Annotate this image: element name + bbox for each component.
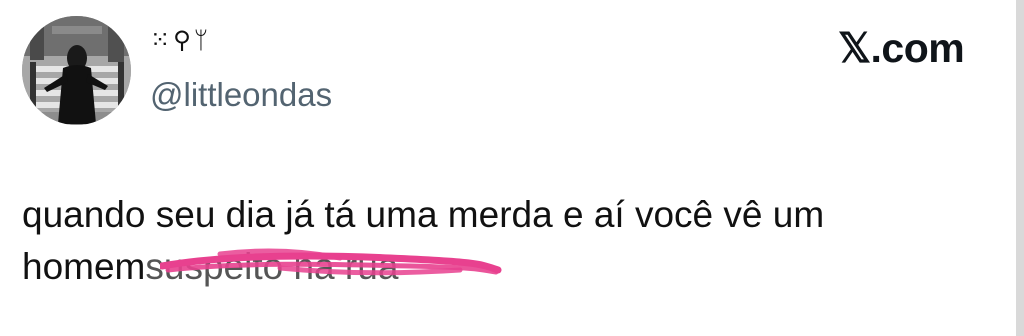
tweet-text-word: homem	[22, 246, 146, 287]
right-edge-divider	[1016, 0, 1024, 336]
display-name[interactable]: ⁙⚲ᛘ	[150, 28, 211, 52]
user-handle[interactable]: @littleondas	[150, 78, 332, 111]
scribble-strikethrough	[160, 248, 502, 276]
x-logo: 𝕏.com	[838, 25, 965, 71]
avatar[interactable]	[22, 16, 131, 125]
post-card: ⁙⚲ᛘ @littleondas 𝕏.com quando seu dia já…	[0, 0, 1024, 336]
tweet-text-line-1: quando seu dia já tá uma merda e aí você…	[22, 194, 825, 235]
avatar-image	[22, 16, 131, 125]
